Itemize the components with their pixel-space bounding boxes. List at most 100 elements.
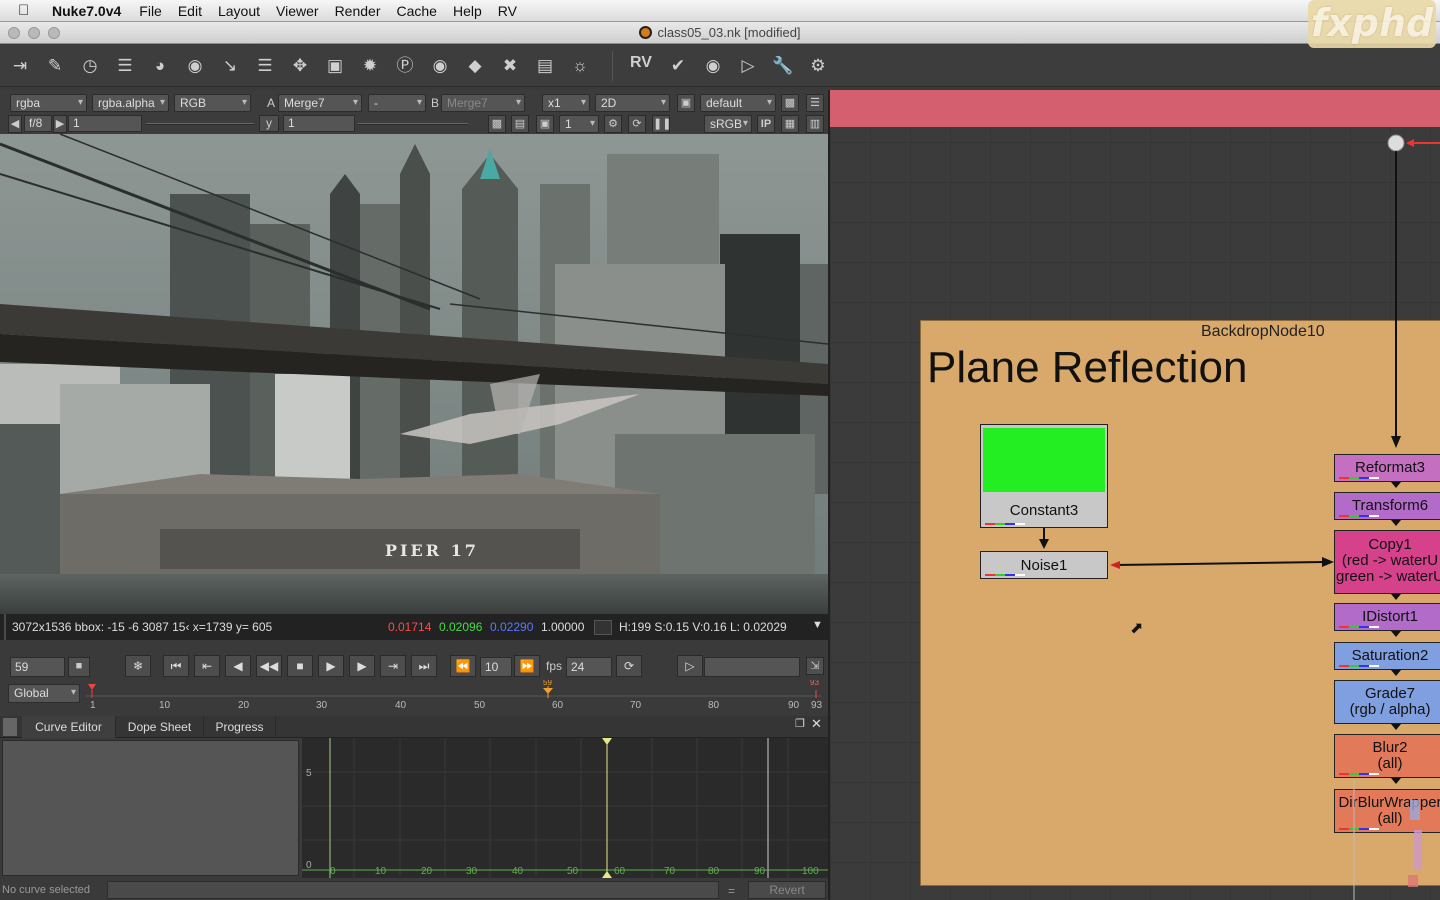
menu-help[interactable]: Help (453, 3, 482, 19)
menu-rv[interactable]: RV (498, 3, 517, 19)
viewer-menu-icon[interactable]: ☰ (806, 94, 824, 112)
gamma-slider[interactable] (358, 123, 468, 125)
in-point-marker[interactable] (88, 684, 96, 690)
draw-nodes-icon[interactable]: ✎ (43, 54, 67, 78)
furnace-nodes-icon[interactable]: ☼ (568, 54, 592, 78)
view-mode-dropdown[interactable]: 2D (595, 94, 670, 112)
a-input-dropdown[interactable]: Merge7 (278, 94, 362, 112)
frame-lock-icon[interactable]: ■ (68, 657, 90, 677)
menu-viewer[interactable]: Viewer (276, 3, 319, 19)
particles-nodes-icon[interactable]: ✹ (358, 54, 382, 78)
skip-backward-button[interactable]: ⏪ (450, 655, 476, 677)
filter-nodes-icon[interactable]: ◉ (183, 54, 207, 78)
revert-button[interactable]: Revert (748, 881, 826, 899)
gear-icon[interactable]: ⚙ (806, 54, 830, 78)
float-panel-icon[interactable]: ❐ (795, 717, 805, 730)
3d-nodes-icon[interactable]: ▣ (323, 54, 347, 78)
apple-icon[interactable]:  (18, 2, 40, 19)
timeline-scope-dropdown[interactable]: Global (8, 684, 80, 703)
previous-frame-button[interactable]: ◀ (225, 655, 251, 677)
skip-increment-field[interactable]: 10 (480, 657, 512, 677)
display-channels-dropdown[interactable]: RGB (174, 94, 251, 112)
metadata-nodes-icon[interactable]: ◆ (463, 54, 487, 78)
gain-field[interactable]: 1 (68, 115, 142, 132)
previous-keyframe-button[interactable]: ⇤ (194, 655, 220, 677)
gamma-field[interactable]: 1 (283, 115, 355, 132)
tab-progress[interactable]: Progress (204, 716, 276, 738)
update-icon[interactable]: ⟳ (628, 115, 646, 133)
wipe-icon[interactable]: ▦ (781, 115, 799, 133)
input-process-toggle[interactable]: IP (757, 115, 775, 133)
mask-overlay-icon[interactable]: ▤ (511, 115, 529, 133)
next-keyframe-button[interactable]: ⇥ (380, 655, 406, 677)
toolsets-icon[interactable]: ✖ (498, 54, 522, 78)
fps-field[interactable]: 24 (566, 657, 612, 677)
checkmark-icon[interactable]: ✔ (666, 54, 690, 78)
lut-dropdown[interactable]: default (700, 94, 776, 112)
views-nodes-icon[interactable]: ◉ (428, 54, 452, 78)
first-frame-button[interactable]: ⏮ (163, 655, 189, 677)
menu-edit[interactable]: Edit (178, 3, 202, 19)
transform-nodes-icon[interactable]: ✥ (288, 54, 312, 78)
tab-dope-sheet[interactable]: Dope Sheet (116, 716, 204, 738)
viewer-image[interactable]: PIER 17 (0, 134, 828, 614)
menu-layout[interactable]: Layout (218, 3, 260, 19)
lock-icon[interactable]: ▣ (677, 94, 695, 112)
info-menu-arrow-icon[interactable]: ▼ (812, 619, 823, 631)
stripes-icon[interactable]: ▥ (806, 115, 824, 133)
node-graph[interactable]: BackdropNode10 Plane Reflection Constant… (828, 90, 1440, 900)
eye-view-icon[interactable]: ◉ (701, 54, 725, 78)
fstop-decrease-icon[interactable]: ◀ (8, 115, 22, 133)
curve-list[interactable] (2, 740, 299, 876)
stop-button[interactable]: ■ (287, 655, 313, 677)
proxy-dropdown[interactable]: 1 (559, 115, 599, 133)
merge-nodes-icon[interactable]: ☰ (253, 54, 277, 78)
export-icon[interactable]: ▷ (736, 54, 760, 78)
panel-menu-icon[interactable] (3, 718, 17, 736)
menu-render[interactable]: Render (335, 3, 381, 19)
keyer-nodes-icon[interactable]: ↘ (218, 54, 242, 78)
wrench-icon[interactable]: 🔧 (771, 54, 795, 78)
image-nodes-icon[interactable]: ⇥ (8, 54, 32, 78)
expression-field[interactable] (107, 881, 719, 899)
app-menu[interactable]: Nuke7.0v4 (52, 3, 121, 19)
refresh-icon[interactable]: ⚙ (604, 115, 622, 133)
color-nodes-icon[interactable]: ◕ (148, 54, 172, 78)
downscale-dropdown[interactable]: x1 (542, 94, 590, 112)
play-backward-button[interactable]: ◀◀ (256, 655, 282, 677)
channels-dropdown[interactable]: rgba (10, 94, 87, 112)
time-nodes-icon[interactable]: ◷ (78, 54, 102, 78)
menu-cache[interactable]: Cache (396, 3, 436, 19)
deep-nodes-icon[interactable]: Ⓟ (393, 54, 417, 78)
pause-icon[interactable]: ❚❚ (652, 115, 671, 133)
cache-icon[interactable]: ❄ (125, 655, 151, 677)
compare-mode-dropdown[interactable]: - (368, 94, 426, 112)
last-frame-button[interactable]: ⏭ (411, 655, 437, 677)
play-forward-button[interactable]: ▶ (318, 655, 344, 677)
b-input-dropdown[interactable]: Merge7 (441, 94, 525, 112)
roi-toggle-icon[interactable]: ▩ (488, 115, 506, 133)
range-menu-icon[interactable]: ⇲ (806, 657, 824, 675)
current-frame-field[interactable]: 59 (10, 657, 65, 677)
timeline-ruler[interactable]: 93 59 1 10 20 30 40 50 60 70 80 90 93 (86, 680, 826, 712)
roi-icon[interactable]: ▩ (781, 94, 799, 112)
rv-button[interactable]: RV (630, 54, 652, 72)
next-frame-button[interactable]: ▶ (349, 655, 375, 677)
playback-range-field[interactable] (704, 657, 800, 677)
alpha-channel-dropdown[interactable]: rgba.alpha (92, 94, 169, 112)
gain-slider[interactable] (146, 123, 254, 125)
channel-nodes-icon[interactable]: ☰ (113, 54, 137, 78)
curve-graph[interactable]: 5 0 0 10 20 30 40 50 60 70 80 90 100 (302, 738, 828, 878)
colorspace-dropdown[interactable]: sRGB (704, 115, 752, 133)
current-frame-marker[interactable] (543, 688, 553, 694)
menu-file[interactable]: File (139, 3, 162, 19)
fstop-increase-icon[interactable]: ▶ (53, 115, 67, 133)
proxy-icon[interactable]: ▣ (536, 115, 554, 133)
flipbook-button[interactable]: ▷ (677, 655, 703, 677)
fstop-field[interactable]: f/8 (24, 115, 52, 132)
loop-mode-button[interactable]: ⟳ (616, 655, 642, 677)
dot-node[interactable] (1387, 134, 1405, 152)
other-nodes-icon[interactable]: ▤ (533, 54, 557, 78)
skip-forward-button[interactable]: ⏩ (514, 655, 540, 677)
tab-curve-editor[interactable]: Curve Editor (22, 716, 116, 738)
